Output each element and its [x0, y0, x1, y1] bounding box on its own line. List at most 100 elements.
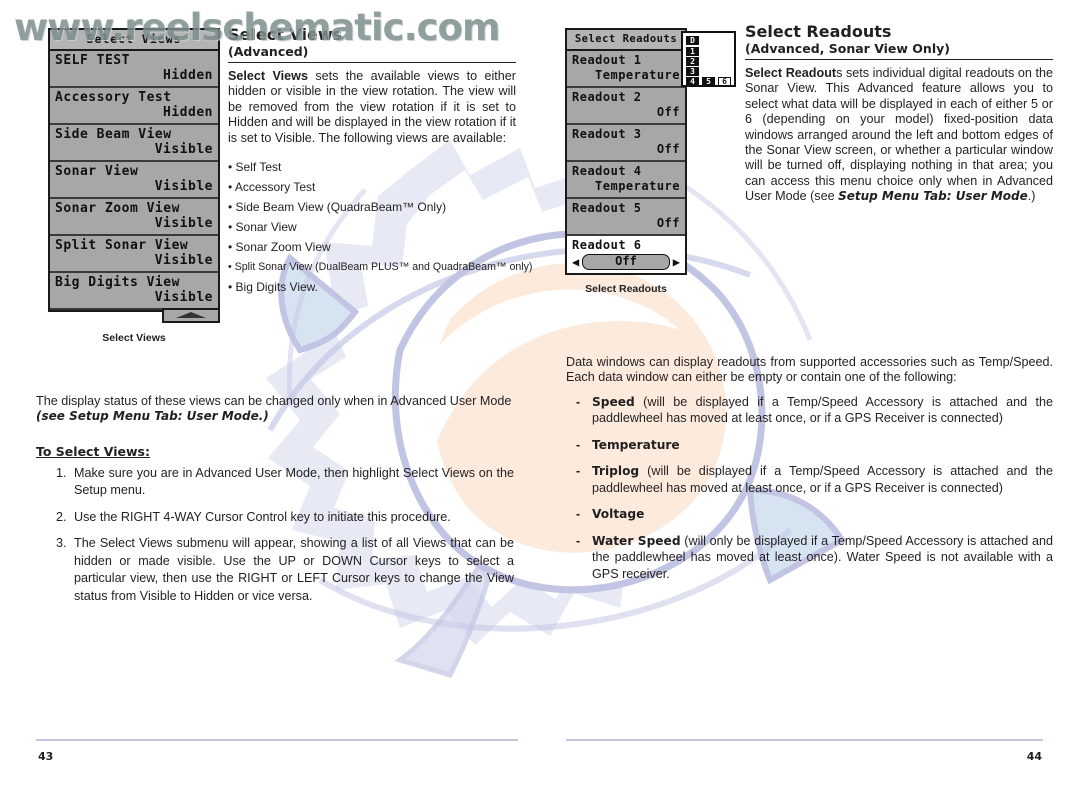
- lcd-row-readout-1[interactable]: Readout 1 Temperature: [567, 51, 685, 88]
- bullet-sonar-view: • Sonar View: [228, 220, 297, 235]
- lcd-row-value: Visible: [154, 179, 213, 194]
- option-item-water-speed: Water Speed (will only be displayed if a…: [566, 533, 1053, 583]
- lcd-title-select-readouts: Select Readouts: [567, 30, 685, 51]
- data-windows-paragraph: Data windows can display readouts from s…: [566, 355, 1053, 385]
- select-readouts-lcd-panel[interactable]: Select Readouts Readout 1 Temperature Re…: [565, 28, 687, 295]
- right-arrow-icon[interactable]: ▶: [673, 256, 680, 268]
- lcd-row-side-beam-view[interactable]: Side Beam View Visible: [50, 125, 218, 162]
- diagram-cell-depth: D: [686, 36, 699, 45]
- intro-tail: .): [1027, 189, 1036, 204]
- lcd-row-label: Big Digits View: [55, 275, 180, 290]
- lcd-row-value: Off: [582, 254, 670, 270]
- lcd-caption-select-readouts: Select Readouts: [585, 283, 667, 295]
- option-term: Triplog: [592, 464, 640, 479]
- step-item: The Select Views submenu will appear, sh…: [70, 535, 514, 605]
- lcd-row-readout-2[interactable]: Readout 2 Off: [567, 88, 685, 125]
- intro-rest: s sets individual digital readouts on th…: [745, 66, 1053, 204]
- bullet-accessory-test: • Accessory Test: [228, 180, 316, 195]
- scroll-up-arrow-icon[interactable]: [162, 308, 220, 323]
- bullet-split-sonar-view: • Split Sonar View (DualBeam PLUS™ and Q…: [228, 261, 533, 274]
- step-item: Use the RIGHT 4-WAY Cursor Control key t…: [70, 509, 514, 527]
- lcd-row-readout-4[interactable]: Readout 4 Temperature: [567, 162, 685, 199]
- readout-6-value-selector[interactable]: ◀ Off ▶: [572, 254, 680, 270]
- intro-italic-reference: Setup Menu Tab: User Mode: [838, 189, 1028, 204]
- footer-divider: [36, 739, 518, 741]
- lcd-row-value: Hidden: [163, 105, 213, 120]
- lcd-row-value: Off: [656, 105, 680, 119]
- option-term: Speed: [592, 394, 635, 409]
- page-title-select-readouts: Select Readouts: [745, 22, 892, 41]
- lcd-row-split-sonar-view[interactable]: Split Sonar View Visible: [50, 236, 218, 273]
- advanced-mode-note: The display status of these views can be…: [36, 394, 514, 425]
- lcd-row-label: Readout 1: [572, 53, 642, 67]
- readout-options-list: Speed (will be displayed if a Temp/Speed…: [566, 394, 1053, 583]
- lcd-row-value: Visible: [154, 253, 213, 268]
- right-page: Select Readouts Readout 1 Temperature Re…: [540, 0, 1080, 788]
- title-divider: [745, 59, 1053, 60]
- lcd-row-label: Readout 3: [572, 127, 642, 141]
- left-page: Select Views SELF TEST Hidden Accessory …: [0, 0, 540, 788]
- note-italic-reference: (see Setup Menu Tab: User Mode.): [36, 409, 269, 424]
- lcd-row-value: Temperature: [595, 179, 680, 193]
- lcd-row-value: Off: [656, 216, 680, 230]
- footer-divider: [566, 739, 1043, 741]
- option-item-triplog: Triplog (will be displayed if a Temp/Spe…: [566, 463, 1053, 496]
- views-bullet-list: • Self Test • Accessory Test • Side Beam…: [228, 157, 533, 297]
- procedure-heading: To Select Views:: [36, 443, 150, 459]
- lcd-row-label: Split Sonar View: [55, 238, 189, 253]
- option-term: Water Speed: [592, 533, 681, 548]
- bullet-self-test: • Self Test: [228, 160, 282, 175]
- title-divider: [228, 62, 516, 63]
- bullet-side-beam-view: • Side Beam View (QuadraBeam™ Only): [228, 200, 447, 215]
- diagram-cell-5: 5: [702, 77, 715, 86]
- intro-paragraph: Select Readouts sets individual digital …: [745, 66, 1053, 205]
- page-subtitle-advanced-sonar: (Advanced, Sonar View Only): [745, 41, 950, 56]
- option-item-voltage: Voltage: [566, 506, 1053, 523]
- lcd-row-label: Side Beam View: [55, 127, 172, 142]
- page-number-right: 44: [1026, 750, 1042, 763]
- lcd-row-label: Accessory Test: [55, 90, 172, 105]
- page-number-left: 43: [38, 750, 54, 763]
- lcd-row-readout-5[interactable]: Readout 5 Off: [567, 199, 685, 236]
- manual-page-spread: www.reelschematic.com Select Views SELF …: [0, 0, 1080, 788]
- lcd-row-big-digits-view[interactable]: Big Digits View Visible: [50, 273, 218, 310]
- option-item-speed: Speed (will be displayed if a Temp/Speed…: [566, 394, 1053, 427]
- procedure-steps-list: Make sure you are in Advanced User Mode,…: [36, 465, 514, 606]
- option-description: (will be displayed if a Temp/Speed Acces…: [592, 464, 1053, 495]
- diagram-cell-3: 3: [686, 67, 699, 76]
- lcd-row-label: Readout 4: [572, 164, 642, 178]
- readout-position-diagram: D 1 2 3 4 5 6: [681, 31, 736, 87]
- diagram-cell-1: 1: [686, 47, 699, 56]
- intro-lead-bold: Select Views: [228, 69, 308, 83]
- diagram-cell-4: 4: [686, 77, 699, 86]
- lcd-row-value: Visible: [154, 216, 213, 231]
- intro-lead-bold: Select Readout: [745, 66, 837, 80]
- lcd-row-accessory-test[interactable]: Accessory Test Hidden: [50, 88, 218, 125]
- option-term: Temperature: [592, 437, 680, 452]
- intro-paragraph: Select Views sets the available views to…: [228, 69, 516, 146]
- note-plain-text: The display status of these views can be…: [36, 394, 512, 408]
- lcd-row-self-test[interactable]: SELF TEST Hidden: [50, 51, 218, 88]
- lcd-row-value: Hidden: [163, 68, 213, 83]
- bullet-sonar-zoom-view: • Sonar Zoom View: [228, 240, 331, 255]
- lcd-row-value: Temperature: [595, 68, 680, 82]
- lcd-row-label: Readout 2: [572, 90, 642, 104]
- site-watermark: www.reelschematic.com: [14, 6, 501, 49]
- lcd-row-value: Visible: [154, 142, 213, 157]
- lcd-caption-select-views: Select Views: [102, 332, 166, 344]
- lcd-row-label: Sonar View: [55, 164, 139, 179]
- option-term: Voltage: [592, 507, 645, 522]
- lcd-row-sonar-view[interactable]: Sonar View Visible: [50, 162, 218, 199]
- lcd-row-sonar-zoom-view[interactable]: Sonar Zoom View Visible: [50, 199, 218, 236]
- diagram-cell-2: 2: [686, 57, 699, 66]
- lcd-row-label: Readout 5: [572, 201, 642, 215]
- lcd-row-readout-6-selected[interactable]: Readout 6 ◀ Off ▶: [567, 236, 685, 273]
- option-description: (will be displayed if a Temp/Speed Acces…: [592, 394, 1053, 426]
- select-views-lcd-panel[interactable]: Select Views SELF TEST Hidden Accessory …: [48, 28, 220, 344]
- option-item-temperature: Temperature: [566, 437, 1053, 454]
- diagram-cell-6: 6: [718, 77, 731, 86]
- step-item: Make sure you are in Advanced User Mode,…: [70, 465, 514, 500]
- lcd-row-readout-3[interactable]: Readout 3 Off: [567, 125, 685, 162]
- left-arrow-icon[interactable]: ◀: [572, 256, 579, 268]
- bullet-big-digits-view: • Big Digits View.: [228, 280, 319, 295]
